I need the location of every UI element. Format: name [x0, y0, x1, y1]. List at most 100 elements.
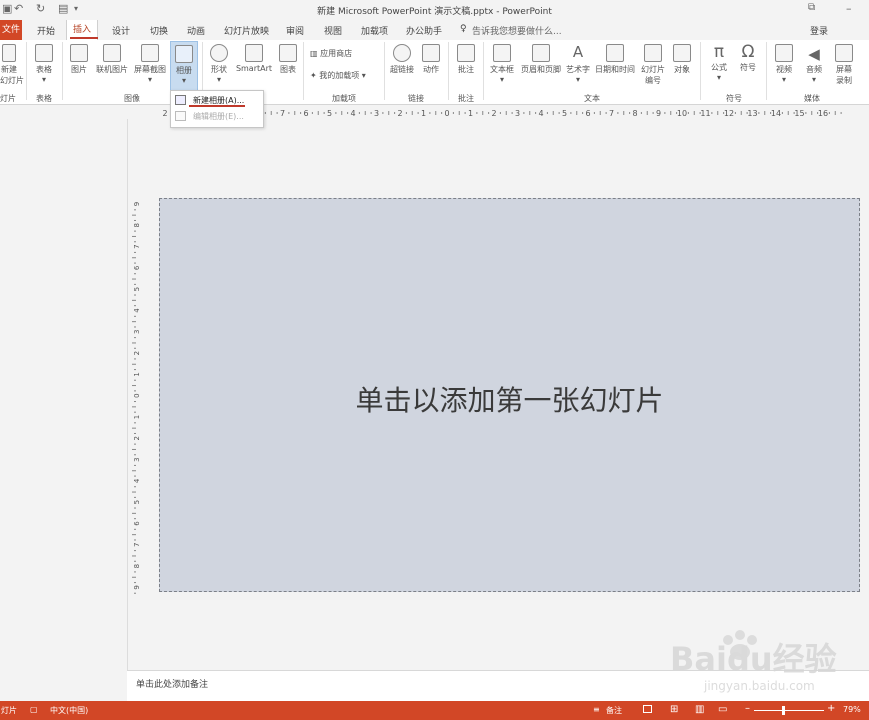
ruler-tick	[134, 390, 136, 392]
tab-design[interactable]: 设计	[112, 24, 130, 37]
ruler-label: 7	[280, 109, 285, 118]
online-picture-button[interactable]: 联机图片	[95, 44, 129, 75]
group-separator	[26, 42, 27, 100]
chevron-down-icon: ▾	[147, 75, 152, 84]
screenshot-label: 屏幕截图	[134, 65, 166, 74]
login-link[interactable]: 登录	[810, 24, 828, 37]
ruler-tick	[828, 112, 830, 114]
ruler-tick	[834, 111, 836, 115]
ruler-tick	[529, 111, 531, 115]
table-button[interactable]: 表格 ▾	[32, 44, 56, 84]
ruler-tick	[317, 111, 319, 115]
ruler-label: 4	[133, 478, 141, 483]
ruler-tick	[670, 111, 672, 115]
chevron-down-icon: ▾	[811, 75, 816, 84]
ribbon-tabs: 文件 开始 插入 设计 切换 动画 幻灯片放映 审阅 视图 加载项 办公助手 ♀…	[0, 20, 869, 59]
picture-button[interactable]: 图片	[67, 44, 91, 75]
edit-photo-album-label: 编辑相册(E)...	[193, 112, 244, 121]
ruler-tick	[132, 448, 136, 450]
zoom-slider-thumb[interactable]	[782, 706, 785, 715]
tab-home[interactable]: 开始	[37, 24, 55, 37]
ruler-tick	[623, 111, 625, 115]
tab-slideshow[interactable]: 幻灯片放映	[224, 24, 269, 37]
tab-addins[interactable]: 加载项	[361, 24, 388, 37]
tab-office-helper[interactable]: 办公助手	[406, 24, 442, 37]
slide-placeholder-text[interactable]: 单击以添加第一张幻灯片	[160, 379, 859, 419]
wordart-button[interactable]: A 艺术字 ▾	[565, 44, 591, 84]
ruler-tick	[405, 112, 407, 114]
my-addins-button[interactable]: ✦ 我的加载项 ▾	[310, 70, 366, 81]
equation-button[interactable]: π 公式 ▾	[706, 42, 732, 82]
group-separator	[700, 42, 701, 100]
slide-sorter-icon[interactable]: ⊞	[670, 704, 678, 715]
ruler-tick	[134, 443, 136, 445]
tab-view[interactable]: 视图	[324, 24, 342, 37]
tab-animations[interactable]: 动画	[187, 24, 205, 37]
datetime-button[interactable]: 日期和时间	[594, 44, 636, 75]
zoom-slider[interactable]	[754, 706, 824, 715]
shapes-label: 形状	[211, 65, 227, 74]
header-footer-icon	[532, 44, 550, 62]
ruler-tick	[132, 512, 136, 514]
chart-button[interactable]: 图表	[277, 44, 299, 75]
smartart-button[interactable]: SmartArt	[234, 44, 274, 73]
tab-transitions[interactable]: 切换	[150, 24, 168, 37]
screen-recording-button[interactable]: 屏幕 录制	[830, 44, 858, 86]
ruler-label: 3	[133, 330, 141, 334]
audio-button[interactable]: ◀ 音频 ▾	[801, 44, 827, 84]
slideshow-icon[interactable]: ▭	[718, 704, 727, 715]
ruler-label: 4	[133, 308, 141, 313]
ruler-label: 9	[656, 109, 661, 118]
slide-canvas[interactable]: 单击以添加第一张幻灯片	[159, 198, 860, 592]
smartart-icon	[245, 44, 263, 62]
ruler-tick	[811, 111, 813, 115]
tell-me-search[interactable]: 告诉我您想要做什么...	[472, 24, 562, 37]
symbol-button[interactable]: Ω 符号	[735, 42, 761, 73]
photo-album-dropdown: 新建相册(A)... 编辑相册(E)...	[170, 90, 264, 128]
new-slide-button[interactable]: 新建 幻灯片	[0, 44, 24, 86]
header-footer-button[interactable]: 页眉和页脚	[519, 44, 563, 75]
ruler-tick	[134, 379, 136, 381]
textbox-button[interactable]: 文本框 ▾	[488, 44, 516, 84]
video-button[interactable]: 视频 ▾	[771, 44, 797, 84]
tab-review[interactable]: 审阅	[286, 24, 304, 37]
normal-view-icon[interactable]	[643, 705, 652, 713]
ribbon-display-options-icon[interactable]: ⧉	[808, 2, 815, 13]
ruler-tick	[576, 111, 578, 115]
ruler-tick	[364, 111, 366, 115]
ruler-tick	[134, 571, 136, 573]
hyperlink-button[interactable]: 超链接	[388, 44, 416, 75]
ruler-tick	[132, 235, 136, 237]
comment-button[interactable]: 批注	[455, 44, 477, 75]
zoom-level[interactable]: 79%	[843, 705, 861, 714]
ruler-tick	[558, 112, 560, 114]
group-links-label: 链接	[408, 94, 424, 103]
ruler-tick	[132, 257, 136, 259]
slide-indicator: 灯片	[1, 706, 17, 715]
vertical-ruler: 9 8 7 6 5 4 3 2 1 0 1 2 3 4 5 6 7 8 9	[127, 196, 141, 596]
slide-thumbnail-pane[interactable]	[0, 105, 128, 701]
minimize-icon[interactable]: –	[846, 2, 852, 15]
reading-view-icon[interactable]: ▥	[695, 704, 704, 715]
chart-label: 图表	[280, 65, 296, 74]
store-button[interactable]: ▥ 应用商店	[310, 48, 352, 59]
ruler-tick	[805, 112, 807, 114]
tab-file[interactable]: 文件	[0, 20, 22, 40]
spellcheck-icon[interactable]: ▢	[30, 705, 38, 714]
zoom-in-icon[interactable]: +	[827, 703, 835, 714]
screenshot-button[interactable]: 屏幕截图 ▾	[132, 44, 168, 84]
slide-number-button[interactable]: 幻灯片 编号	[639, 44, 667, 86]
zoom-out-icon[interactable]: –	[745, 703, 750, 714]
ruler-tick	[294, 111, 296, 115]
ribbon-insert: 新建 幻灯片 灯片 表格 ▾ 表格 图片 联机图片 屏幕截图 ▾ 相册 ▾ 图像…	[0, 40, 869, 105]
notes-placeholder[interactable]: 单击此处添加备注	[136, 677, 208, 690]
ruler-label: 3	[133, 457, 141, 461]
ruler-tick	[134, 486, 136, 488]
language-indicator[interactable]: 中文(中国)	[50, 705, 88, 716]
object-button[interactable]: 对象	[670, 44, 694, 75]
action-button[interactable]: 动作	[420, 44, 442, 75]
notes-toggle[interactable]: 备注	[606, 705, 622, 716]
shapes-button[interactable]: 形状 ▾	[206, 44, 232, 84]
photo-album-button[interactable]: 相册 ▾	[170, 41, 198, 91]
ruler-label: 7	[133, 543, 141, 547]
